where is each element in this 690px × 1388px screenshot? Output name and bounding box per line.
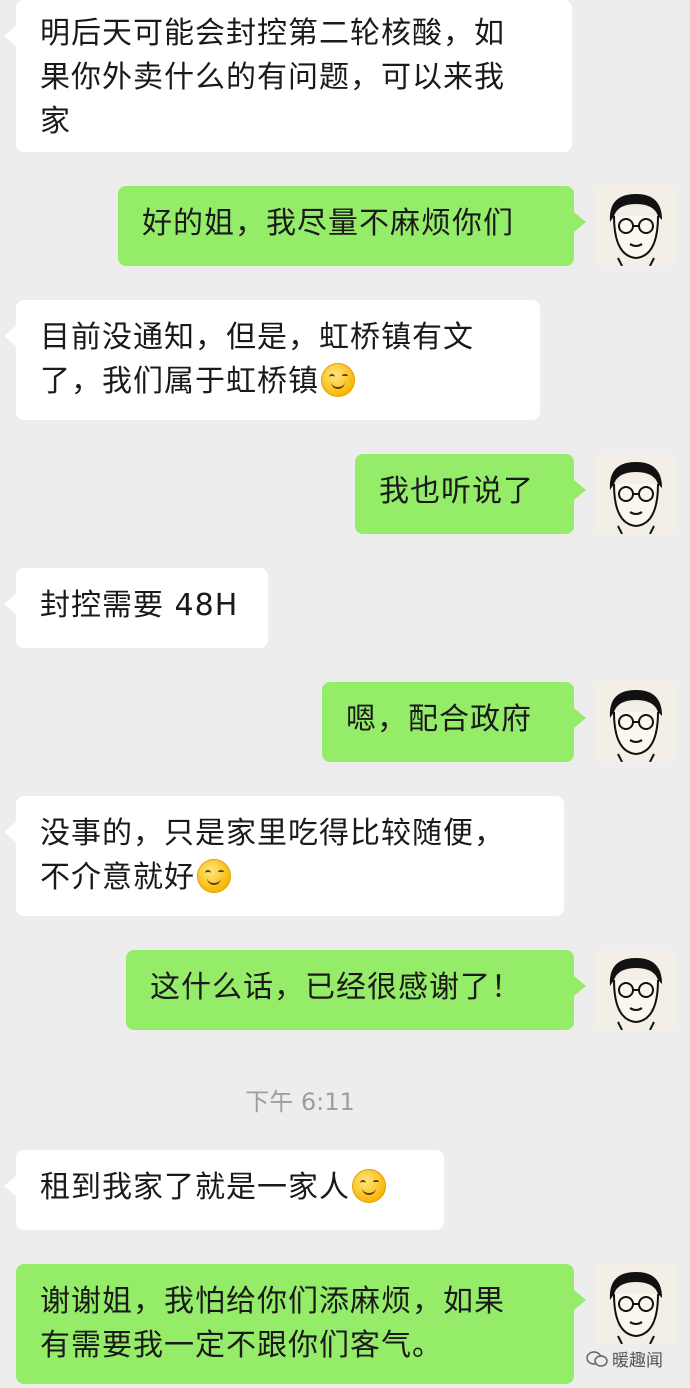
smiling-face-emoji-icon bbox=[321, 363, 355, 397]
avatar[interactable] bbox=[596, 186, 676, 266]
message-bubble[interactable]: 明后天可能会封控第二轮核酸，如 果你外卖什么的有问题，可以来我 家 bbox=[4, 0, 572, 152]
message-bubble[interactable]: 租到我家了就是一家人 bbox=[4, 1150, 444, 1230]
message-bubble[interactable]: 谢谢姐，我怕给你们添麻烦，如果 有需要我一定不跟你们客气。 bbox=[16, 1264, 586, 1384]
message-bubble[interactable]: 这什么话，已经很感谢了！ bbox=[126, 950, 586, 1030]
message-text: 嗯，配合政府 bbox=[346, 702, 532, 737]
avatar[interactable] bbox=[596, 682, 676, 762]
message-text: 目前没通知，但是，虹桥镇有文 了，我们属于虹桥镇 bbox=[40, 320, 474, 399]
message-text: 这什么话，已经很感谢了！ bbox=[150, 970, 522, 1005]
cartoon-glasses-man-avatar-icon bbox=[596, 1264, 676, 1344]
timestamp: 下午 6:11 bbox=[245, 1088, 355, 1116]
smiling-face-emoji-icon bbox=[197, 859, 231, 893]
cartoon-glasses-man-avatar-icon bbox=[596, 186, 676, 266]
avatar[interactable] bbox=[596, 1264, 676, 1344]
cartoon-glasses-man-avatar-icon bbox=[596, 682, 676, 762]
message-text: 租到我家了就是一家人 bbox=[40, 1170, 350, 1205]
message-text: 谢谢姐，我怕给你们添麻烦，如果 有需要我一定不跟你们客气。 bbox=[40, 1284, 505, 1363]
message-text: 没事的，只是家里吃得比较随便， 不介意就好 bbox=[40, 816, 505, 895]
cartoon-glasses-man-avatar-icon bbox=[596, 950, 676, 1030]
message-text: 封控需要 48H bbox=[40, 588, 239, 623]
avatar[interactable] bbox=[596, 454, 676, 534]
avatar[interactable] bbox=[596, 950, 676, 1030]
cartoon-glasses-man-avatar-icon bbox=[596, 454, 676, 534]
smiling-face-emoji-icon bbox=[352, 1169, 386, 1203]
watermark-text: 暖趣闻 bbox=[612, 1351, 663, 1371]
message-bubble[interactable]: 目前没通知，但是，虹桥镇有文 了，我们属于虹桥镇 bbox=[4, 300, 540, 420]
message-text: 我也听说了 bbox=[379, 474, 534, 509]
message-text: 明后天可能会封控第二轮核酸，如 果你外卖什么的有问题，可以来我 家 bbox=[40, 16, 505, 139]
message-text: 好的姐，我尽量不麻烦你们 bbox=[142, 206, 514, 241]
watermark: 暖趣闻 bbox=[586, 1346, 663, 1371]
message-bubble[interactable]: 封控需要 48H bbox=[4, 568, 268, 648]
message-bubble[interactable]: 好的姐，我尽量不麻烦你们 bbox=[118, 186, 586, 266]
wechat-logo-icon bbox=[586, 1350, 608, 1367]
message-bubble[interactable]: 没事的，只是家里吃得比较随便， 不介意就好 bbox=[4, 796, 564, 916]
message-bubble[interactable]: 嗯，配合政府 bbox=[322, 682, 586, 762]
message-bubble[interactable]: 我也听说了 bbox=[355, 454, 586, 534]
